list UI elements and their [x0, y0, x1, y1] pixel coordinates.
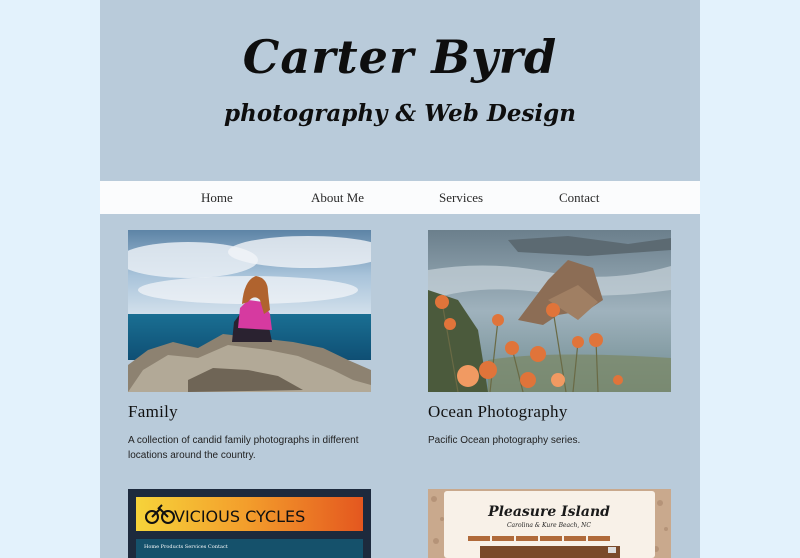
vicious-logo-text: VICIOUS CYCLES: [174, 507, 305, 526]
site-title: Carter Byrd: [242, 30, 558, 84]
card-title-family[interactable]: Family: [128, 402, 388, 422]
nav-about-me[interactable]: About Me: [311, 190, 364, 206]
card-desc-family: A collection of candid family photograph…: [128, 435, 359, 461]
family-photo[interactable]: [128, 230, 371, 392]
nav-contact[interactable]: Contact: [559, 190, 599, 206]
pleasure-island-screenshot[interactable]: Pleasure Island Carolina & Kure Beach, N…: [428, 489, 671, 558]
site-subtitle: photography & Web Design: [224, 100, 576, 127]
vicious-nav-text: Home Products Services Contact: [144, 544, 228, 550]
nav-services[interactable]: Services: [439, 190, 483, 206]
pleasure-island-subtitle: Carolina & Kure Beach, NC: [507, 522, 591, 529]
ocean-photo[interactable]: [428, 230, 671, 392]
vicious-cycles-screenshot[interactable]: VICIOUS CYCLES Home Products Services Co…: [128, 489, 371, 558]
card-title-ocean[interactable]: Ocean Photography: [428, 402, 688, 422]
card-desc-ocean: Pacific Ocean photography series.: [428, 435, 581, 446]
pleasure-island-title: Pleasure Island: [487, 504, 610, 520]
site-header: Carter Byrd photography & Web Design: [100, 0, 700, 181]
nav-home[interactable]: Home: [201, 190, 233, 206]
page-container: Carter Byrd photography & Web Design Hom…: [100, 0, 700, 558]
main-nav: Home About Me Services Contact: [100, 181, 700, 214]
